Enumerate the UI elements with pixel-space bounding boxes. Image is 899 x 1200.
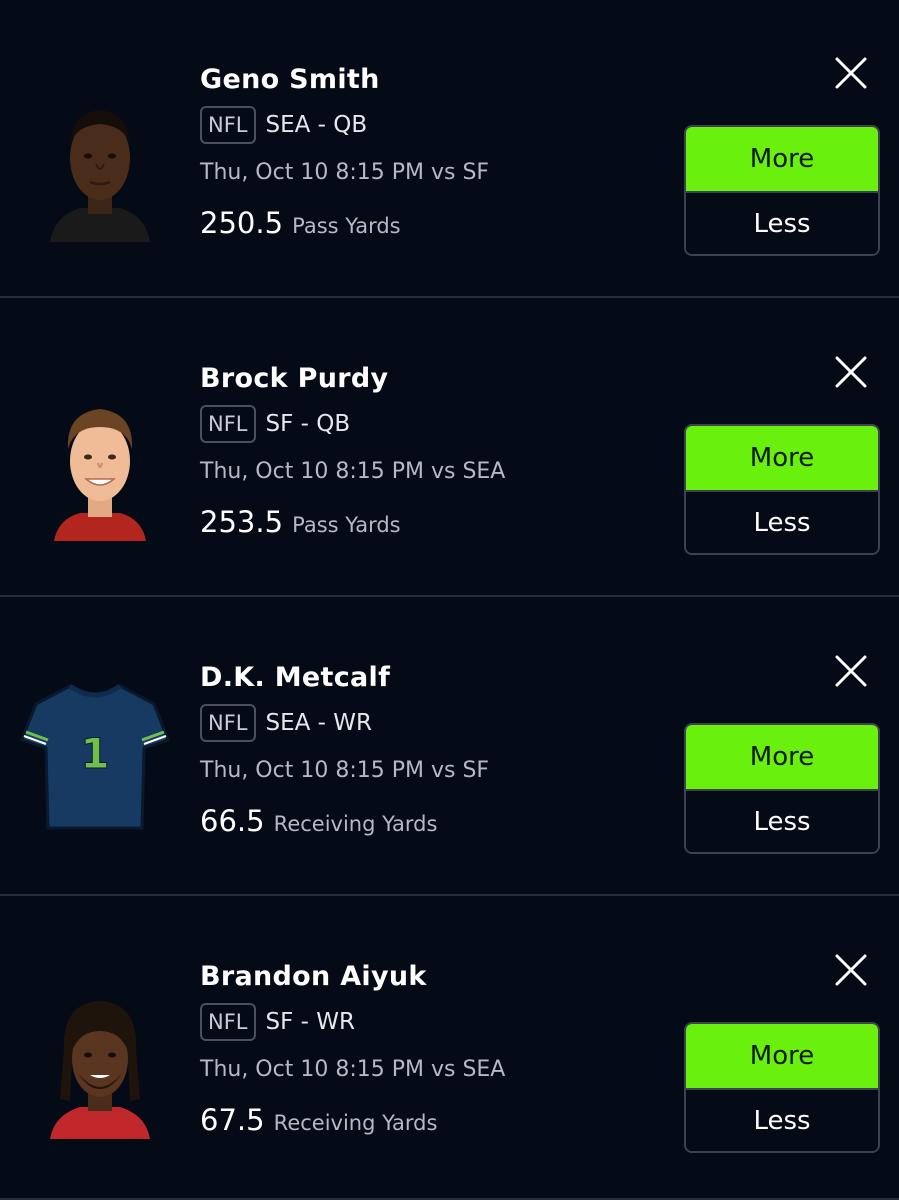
league-badge: NFL bbox=[200, 405, 256, 443]
more-less-selector: More Less bbox=[684, 125, 880, 256]
league-badge: NFL bbox=[200, 106, 256, 144]
more-button[interactable]: More bbox=[686, 725, 878, 791]
player-name: Brandon Aiyuk bbox=[200, 961, 427, 992]
pick-card: 1 D.K. Metcalf NFL SEA - WR Thu, Oct 10 … bbox=[0, 598, 899, 896]
player-name: Geno Smith bbox=[200, 64, 380, 95]
close-icon[interactable] bbox=[830, 650, 872, 692]
more-less-selector: More Less bbox=[684, 723, 880, 854]
close-icon[interactable] bbox=[830, 52, 872, 94]
more-button[interactable]: More bbox=[686, 127, 878, 193]
less-button[interactable]: Less bbox=[686, 1090, 878, 1151]
team-position: SF - QB bbox=[265, 411, 351, 437]
stat-line: 67.5 Receiving Yards bbox=[200, 1103, 437, 1137]
line-value: 253.5 bbox=[200, 505, 284, 539]
pick-card: Brock Purdy NFL SF - QB Thu, Oct 10 8:15… bbox=[0, 299, 899, 597]
line-value: 250.5 bbox=[200, 206, 284, 240]
league-badge: NFL bbox=[200, 704, 256, 742]
team-position: SEA - WR bbox=[265, 710, 373, 736]
game-time: Thu, Oct 10 8:15 PM vs SF bbox=[200, 758, 490, 783]
game-time: Thu, Oct 10 8:15 PM vs SF bbox=[200, 160, 490, 185]
less-button[interactable]: Less bbox=[686, 791, 878, 852]
less-button[interactable]: Less bbox=[686, 193, 878, 254]
pick-list: Geno Smith NFL SEA - QB Thu, Oct 10 8:15… bbox=[0, 0, 899, 1200]
stat-line: 66.5 Receiving Yards bbox=[200, 804, 437, 838]
player-avatar bbox=[40, 92, 160, 242]
close-icon[interactable] bbox=[830, 949, 872, 991]
player-name: Brock Purdy bbox=[200, 363, 389, 394]
jersey-icon: 1 bbox=[18, 682, 172, 832]
team-position: SEA - QB bbox=[265, 112, 368, 138]
stat-line: 253.5 Pass Yards bbox=[200, 505, 401, 539]
game-time: Thu, Oct 10 8:15 PM vs SEA bbox=[200, 459, 506, 484]
player-avatar bbox=[40, 391, 160, 541]
stat-type: Pass Yards bbox=[292, 214, 401, 238]
stat-line: 250.5 Pass Yards bbox=[200, 206, 401, 240]
line-value: 67.5 bbox=[200, 1103, 265, 1137]
stat-type: Receiving Yards bbox=[273, 1111, 438, 1135]
more-button[interactable]: More bbox=[686, 1024, 878, 1090]
pick-card: Geno Smith NFL SEA - QB Thu, Oct 10 8:15… bbox=[0, 0, 899, 298]
pick-card: Brandon Aiyuk NFL SF - WR Thu, Oct 10 8:… bbox=[0, 897, 899, 1200]
player-name: D.K. Metcalf bbox=[200, 662, 391, 693]
less-button[interactable]: Less bbox=[686, 492, 878, 553]
stat-type: Receiving Yards bbox=[273, 812, 438, 836]
player-meta: NFL SEA - WR bbox=[200, 704, 372, 742]
close-icon[interactable] bbox=[830, 351, 872, 393]
league-badge: NFL bbox=[200, 1003, 256, 1041]
stat-type: Pass Yards bbox=[292, 513, 401, 537]
more-button[interactable]: More bbox=[686, 426, 878, 492]
more-less-selector: More Less bbox=[684, 1022, 880, 1153]
player-meta: NFL SEA - QB bbox=[200, 106, 367, 144]
player-meta: NFL SF - QB bbox=[200, 405, 350, 443]
player-avatar bbox=[40, 989, 160, 1139]
line-value: 66.5 bbox=[200, 804, 265, 838]
game-time: Thu, Oct 10 8:15 PM vs SEA bbox=[200, 1057, 506, 1082]
player-meta: NFL SF - WR bbox=[200, 1003, 355, 1041]
team-position: SF - WR bbox=[265, 1009, 355, 1035]
more-less-selector: More Less bbox=[684, 424, 880, 555]
jersey-number: 1 bbox=[80, 729, 109, 778]
